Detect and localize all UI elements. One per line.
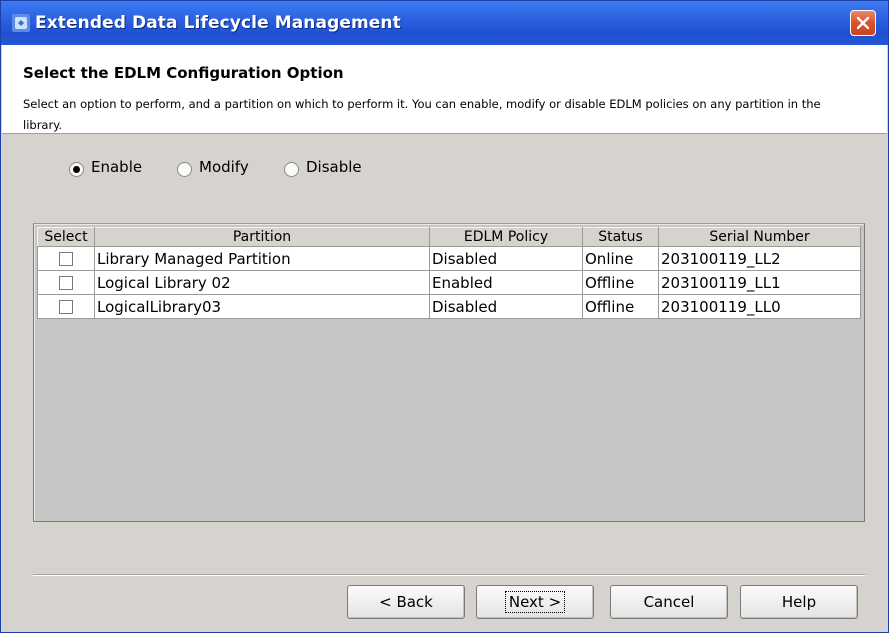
back-button[interactable]: < Back	[347, 585, 465, 619]
radio-disable-label: Disable	[306, 158, 362, 176]
partition-cell: LogicalLibrary03	[94, 294, 430, 319]
status-cell: Offline	[582, 294, 659, 319]
header-divider	[2, 133, 887, 134]
policy-cell: Enabled	[429, 270, 583, 295]
partition-cell: Library Managed Partition	[94, 246, 430, 271]
table-row[interactable]: Library Managed Partition Disabled Onlin…	[37, 246, 861, 271]
policy-cell: Disabled	[429, 246, 583, 271]
partition-grid: Select Partition EDLM Policy Status Seri…	[37, 227, 861, 319]
next-button[interactable]: Next >	[476, 585, 594, 619]
table-row[interactable]: LogicalLibrary03 Disabled Offline 203100…	[37, 294, 861, 319]
policy-cell: Disabled	[429, 294, 583, 319]
column-header-partition[interactable]: Partition	[94, 227, 430, 247]
select-cell	[37, 246, 95, 271]
close-icon	[856, 16, 870, 30]
next-button-label: Next >	[504, 591, 566, 613]
row-select-checkbox[interactable]	[59, 300, 73, 314]
cancel-button[interactable]: Cancel	[610, 585, 728, 619]
radio-modify-label: Modify	[199, 158, 249, 176]
page-title: Select the EDLM Configuration Option	[23, 64, 344, 82]
partition-cell: Logical Library 02	[94, 270, 430, 295]
radio-indicator	[177, 162, 192, 177]
column-header-status[interactable]: Status	[582, 227, 659, 247]
window-title: Extended Data Lifecycle Management	[35, 13, 401, 33]
status-cell: Online	[582, 246, 659, 271]
radio-selected-indicator	[69, 162, 84, 177]
table-header-row: Select Partition EDLM Policy Status Seri…	[37, 227, 861, 247]
dialog-window: Extended Data Lifecycle Management Selec…	[0, 0, 889, 633]
footer-divider	[33, 574, 865, 576]
column-header-policy[interactable]: EDLM Policy	[429, 227, 583, 247]
serial-cell: 203100119_LL1	[658, 270, 861, 295]
serial-cell: 203100119_LL0	[658, 294, 861, 319]
select-cell	[37, 270, 95, 295]
serial-cell: 203100119_LL2	[658, 246, 861, 271]
page-description: Select an option to perform, and a parti…	[23, 97, 821, 132]
status-cell: Offline	[582, 270, 659, 295]
radio-enable-label: Enable	[91, 158, 143, 176]
help-button[interactable]: Help	[740, 585, 858, 619]
row-select-checkbox[interactable]	[59, 276, 73, 290]
table-row[interactable]: Logical Library 02 Enabled Offline 20310…	[37, 270, 861, 295]
select-cell	[37, 294, 95, 319]
radio-indicator	[284, 162, 299, 177]
app-logo-icon	[12, 14, 30, 32]
close-button[interactable]	[850, 10, 876, 36]
row-select-checkbox[interactable]	[59, 252, 73, 266]
column-header-select[interactable]: Select	[37, 227, 95, 247]
column-header-serial[interactable]: Serial Number	[658, 227, 861, 247]
header-panel: Select the EDLM Configuration Option Sel…	[2, 45, 887, 133]
partition-table: Select Partition EDLM Policy Status Seri…	[33, 223, 865, 522]
title-bar[interactable]: Extended Data Lifecycle Management	[1, 1, 888, 45]
